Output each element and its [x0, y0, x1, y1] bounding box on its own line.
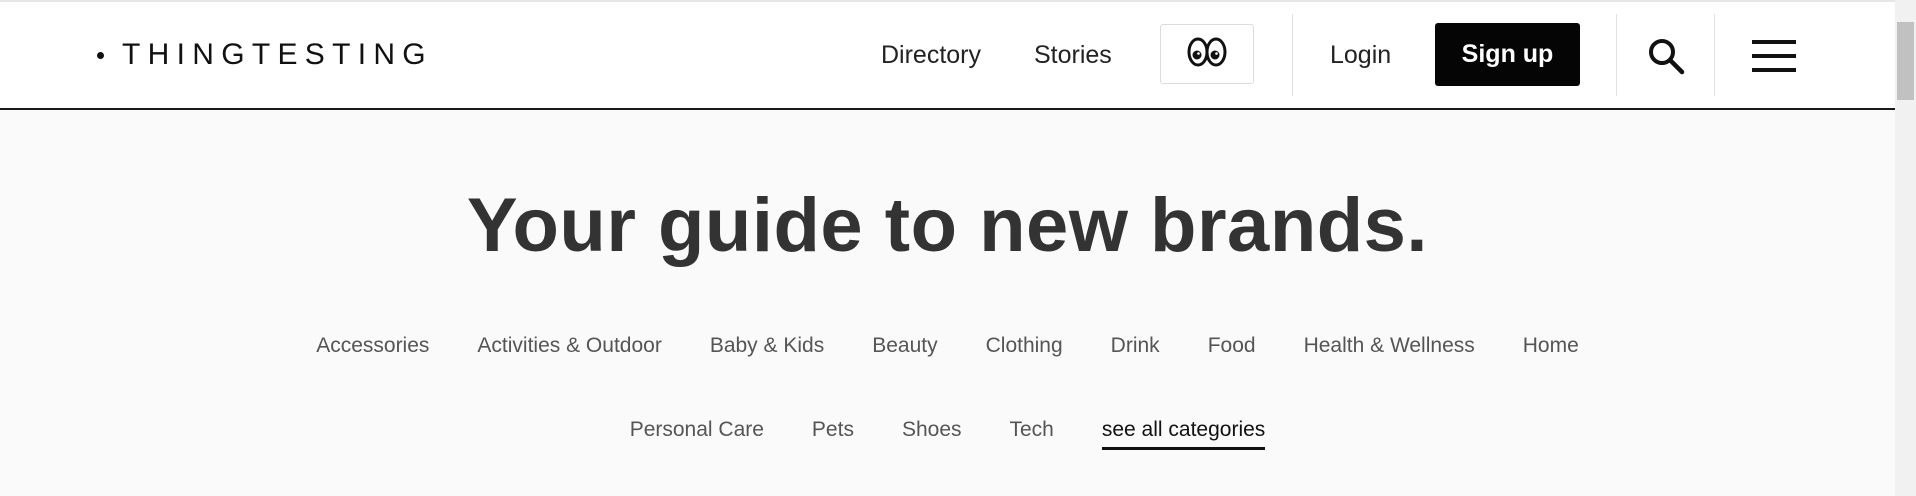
category-link[interactable]: Baby & Kids [710, 331, 824, 361]
category-link[interactable]: Clothing [986, 331, 1063, 361]
category-link[interactable]: Beauty [872, 331, 937, 361]
eyes-icon [1186, 35, 1228, 74]
hamburger-menu-icon [1750, 40, 1798, 78]
category-row: Personal Care Pets Shoes Tech see all ca… [0, 415, 1895, 450]
login-link[interactable]: Login [1330, 38, 1391, 72]
category-link[interactable]: Activities & Outdoor [477, 331, 661, 361]
category-link[interactable]: Shoes [902, 415, 962, 450]
signup-button[interactable]: Sign up [1435, 23, 1580, 86]
category-link[interactable]: Pets [812, 415, 854, 450]
logo[interactable]: THINGTESTING [97, 38, 433, 72]
search-button[interactable] [1646, 36, 1686, 76]
logo-text: THINGTESTING [122, 38, 433, 71]
category-link[interactable]: Tech [1010, 415, 1054, 450]
nav-stories-link[interactable]: Stories [1034, 38, 1112, 72]
category-link[interactable]: Personal Care [630, 415, 764, 450]
site-header: THINGTESTING Directory Stories Login Sig… [0, 2, 1895, 110]
category-link[interactable]: Drink [1111, 331, 1160, 361]
category-link[interactable]: Food [1208, 331, 1256, 361]
eyes-button[interactable] [1160, 24, 1254, 84]
category-row: Accessories Activities & Outdoor Baby & … [0, 331, 1895, 361]
header-divider [1616, 14, 1617, 96]
header-divider [1292, 14, 1293, 96]
header-divider [1714, 14, 1715, 96]
vertical-scrollbar[interactable] [1895, 0, 1916, 496]
search-icon [1646, 39, 1686, 80]
logo-dot [97, 51, 104, 59]
hero-title: Your guide to new brands. [466, 183, 1429, 268]
category-link[interactable]: Health & Wellness [1304, 331, 1475, 361]
see-all-categories-link[interactable]: see all categories [1101, 415, 1266, 450]
category-link[interactable]: Accessories [316, 331, 429, 361]
scrollbar-thumb[interactable] [1897, 22, 1914, 100]
menu-button[interactable] [1750, 38, 1798, 74]
page: THINGTESTING Directory Stories Login Sig… [0, 0, 1916, 496]
nav-directory-link[interactable]: Directory [881, 38, 981, 72]
category-link[interactable]: Home [1523, 331, 1579, 361]
